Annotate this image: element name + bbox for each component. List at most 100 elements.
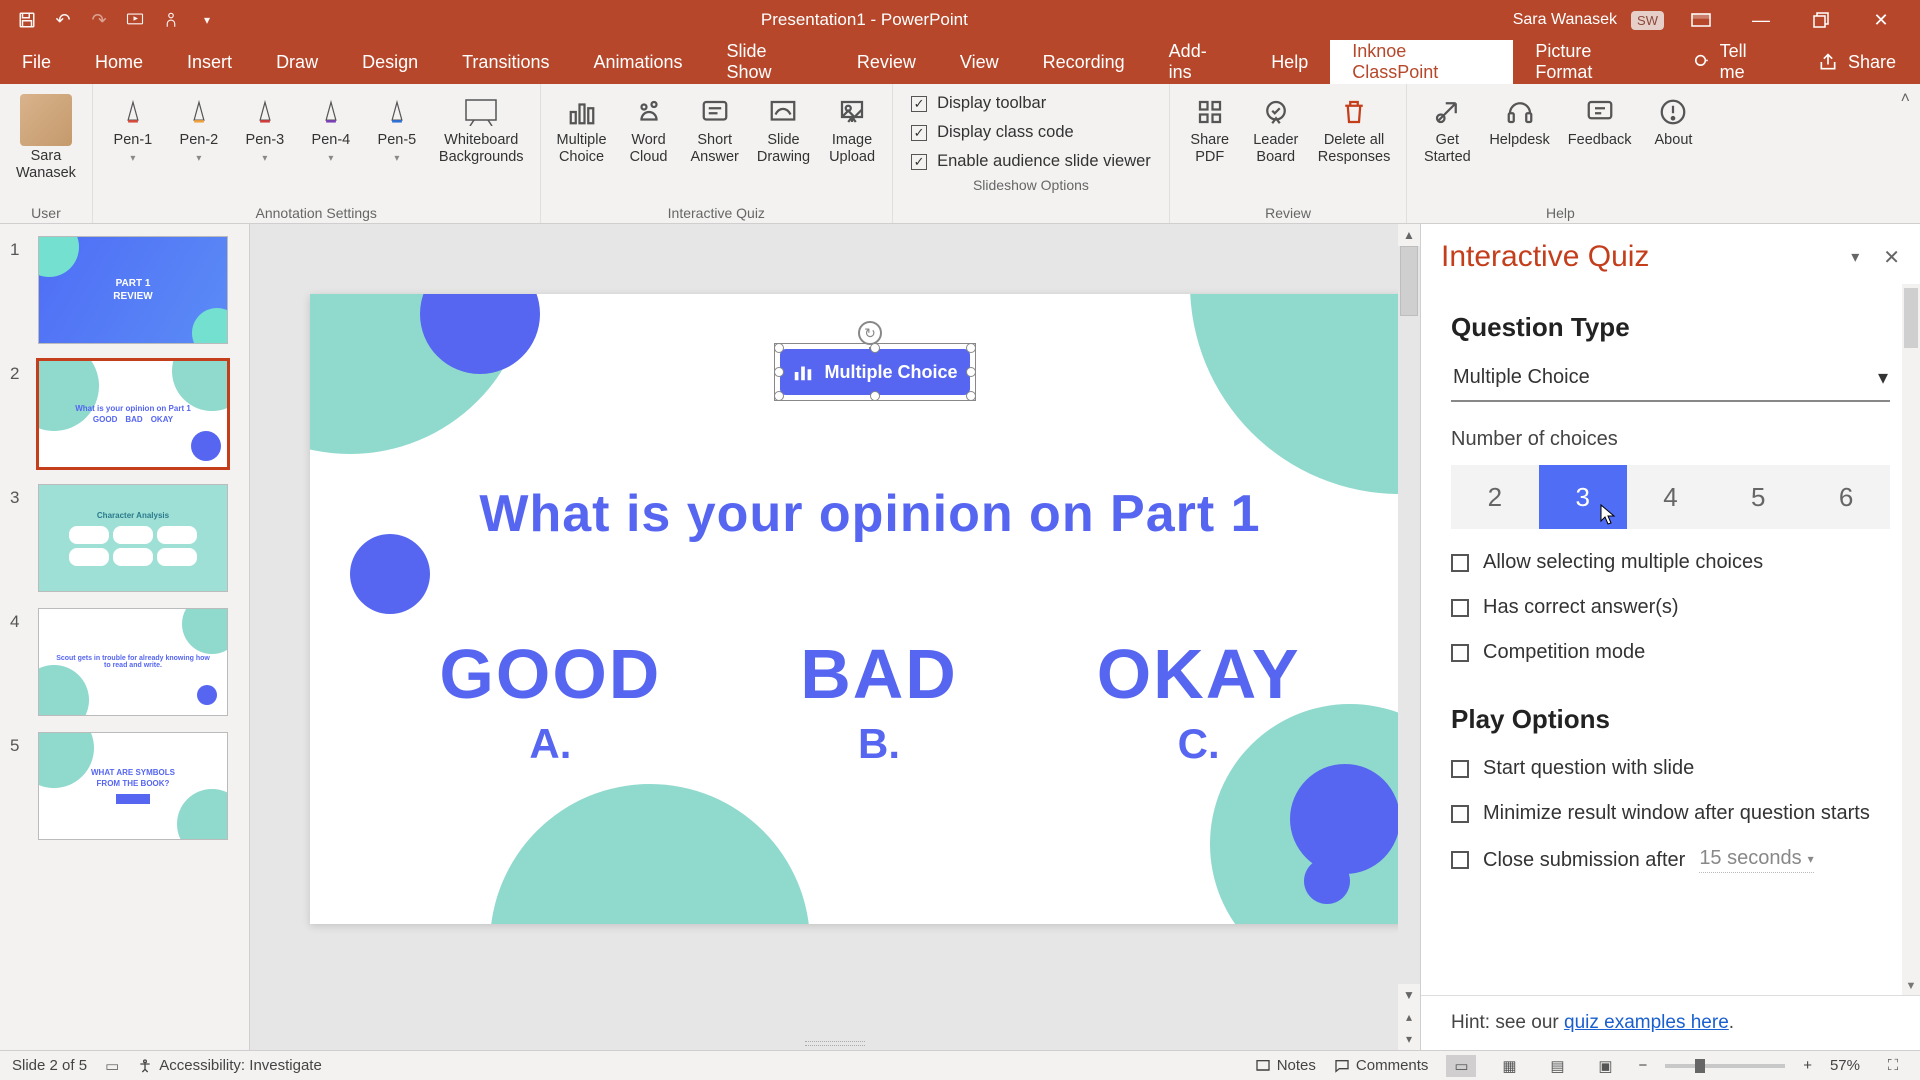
pane-scrollbar[interactable]: ▲ ▼: [1902, 284, 1920, 995]
resize-handle[interactable]: [774, 391, 784, 401]
competition-mode-checkbox[interactable]: Competition mode: [1451, 641, 1890, 664]
helpdesk-button[interactable]: Helpdesk: [1483, 90, 1555, 153]
notes-splitter[interactable]: [805, 1041, 865, 1046]
slide-option-b[interactable]: BADB.: [800, 634, 958, 768]
about-button[interactable]: About: [1643, 90, 1703, 153]
slide-thumbnail-4[interactable]: Scout gets in trouble for already knowin…: [38, 608, 228, 716]
whiteboard-backgrounds-button[interactable]: WhiteboardBackgrounds: [433, 90, 530, 169]
maximize-icon[interactable]: [1798, 0, 1844, 40]
slide-canvas[interactable]: ↻ Multiple Choice What is your opinion o…: [310, 294, 1430, 924]
feedback-button[interactable]: Feedback: [1562, 90, 1638, 153]
next-slide-icon[interactable]: ▾: [1398, 1028, 1420, 1050]
tab-review[interactable]: Review: [835, 40, 938, 84]
slide-drawing-button[interactable]: SlideDrawing: [751, 90, 816, 169]
ribbon-display-options-icon[interactable]: [1678, 0, 1724, 40]
enable-audience-slide-viewer-checkbox[interactable]: ✓Enable audience slide viewer: [911, 152, 1151, 171]
zoom-level[interactable]: 57%: [1830, 1057, 1860, 1074]
get-started-button[interactable]: GetStarted: [1417, 90, 1477, 169]
slide-option-a[interactable]: GOODA.: [439, 634, 661, 768]
pen-1-button[interactable]: Pen-1▾: [103, 90, 163, 169]
pane-close-icon[interactable]: ✕: [1883, 245, 1900, 270]
tab-view[interactable]: View: [938, 40, 1021, 84]
num-choices-2[interactable]: 2: [1451, 465, 1539, 529]
slide-thumbnail-5[interactable]: WHAT ARE SYMBOLSFROM THE BOOK?: [38, 732, 228, 840]
collapse-ribbon-icon[interactable]: ˄: [1901, 90, 1910, 108]
user-initials-badge[interactable]: SW: [1631, 11, 1664, 30]
close-submission-checkbox[interactable]: Close submission after 15 seconds ▾: [1451, 847, 1890, 873]
user-profile-button[interactable]: SaraWanasek: [10, 90, 82, 185]
tab-design[interactable]: Design: [340, 40, 440, 84]
status-icon[interactable]: ▭: [105, 1057, 119, 1075]
scrollbar-thumb[interactable]: [1904, 288, 1918, 348]
leader-board-button[interactable]: LeaderBoard: [1246, 90, 1306, 169]
slide-sorter-view-icon[interactable]: ▦: [1494, 1055, 1524, 1077]
resize-handle[interactable]: [774, 367, 784, 377]
multiple-choice-widget[interactable]: ↻ Multiple Choice: [780, 349, 970, 395]
scroll-up-icon[interactable]: ▲: [1398, 224, 1420, 246]
qat-customize-icon[interactable]: ▾: [198, 11, 216, 29]
tab-animations[interactable]: Animations: [571, 40, 704, 84]
multiple-choice-button[interactable]: MultipleChoice: [551, 90, 613, 169]
zoom-slider[interactable]: [1665, 1064, 1785, 1068]
slideshow-view-icon[interactable]: ▣: [1590, 1055, 1620, 1077]
scroll-down-icon[interactable]: ▼: [1398, 984, 1420, 1006]
tell-me-search[interactable]: Tell me: [1671, 40, 1794, 84]
zoom-out-icon[interactable]: −: [1638, 1057, 1647, 1074]
fit-to-window-icon[interactable]: ⛶: [1878, 1055, 1908, 1077]
pen-4-button[interactable]: Pen-4▾: [301, 90, 361, 169]
share-pdf-button[interactable]: SharePDF: [1180, 90, 1240, 169]
resize-handle[interactable]: [774, 343, 784, 353]
pen-5-button[interactable]: Pen-5▾: [367, 90, 427, 169]
slide-thumbnail-3[interactable]: Character Analysis: [38, 484, 228, 592]
tab-help[interactable]: Help: [1249, 40, 1330, 84]
close-submission-time-dropdown[interactable]: 15 seconds ▾: [1699, 847, 1813, 873]
minimize-result-checkbox[interactable]: Minimize result window after question st…: [1451, 802, 1890, 825]
scroll-down-icon[interactable]: ▼: [1902, 977, 1920, 995]
slide-thumbnail-1[interactable]: PART 1REVIEW: [38, 236, 228, 344]
tab-draw[interactable]: Draw: [254, 40, 340, 84]
allow-multiple-checkbox[interactable]: Allow selecting multiple choices: [1451, 551, 1890, 574]
zoom-in-icon[interactable]: +: [1803, 1057, 1812, 1074]
tab-file[interactable]: File: [0, 40, 73, 84]
slide-question-text[interactable]: What is your opinion on Part 1: [310, 484, 1430, 544]
tab-add-ins[interactable]: Add-ins: [1147, 40, 1250, 84]
reading-view-icon[interactable]: ▤: [1542, 1055, 1572, 1077]
question-type-dropdown[interactable]: Multiple Choice ▾: [1451, 359, 1890, 402]
quiz-examples-link[interactable]: quiz examples here: [1564, 1012, 1729, 1033]
pen-2-button[interactable]: Pen-2▾: [169, 90, 229, 169]
tab-transitions[interactable]: Transitions: [440, 40, 571, 84]
normal-view-icon[interactable]: ▭: [1446, 1055, 1476, 1077]
delete-all-responses-button[interactable]: Delete allResponses: [1312, 90, 1397, 169]
pen-3-button[interactable]: Pen-3▾: [235, 90, 295, 169]
num-choices-5[interactable]: 5: [1714, 465, 1802, 529]
display-class-code-checkbox[interactable]: ✓Display class code: [911, 123, 1151, 142]
resize-handle[interactable]: [870, 343, 880, 353]
slide-thumbnail-2[interactable]: What is your opinion on Part 1 GOODBADOK…: [38, 360, 228, 468]
scrollbar-thumb[interactable]: [1400, 246, 1418, 316]
close-icon[interactable]: ✕: [1858, 0, 1904, 40]
num-choices-4[interactable]: 4: [1627, 465, 1715, 529]
signed-in-user[interactable]: Sara Wanasek: [1513, 11, 1617, 29]
rotate-handle-icon[interactable]: ↻: [858, 321, 882, 345]
resize-handle[interactable]: [966, 367, 976, 377]
vertical-scrollbar[interactable]: ▲ ▼ ▴ ▾: [1398, 224, 1420, 1050]
slide-option-c[interactable]: OKAYC.: [1097, 634, 1301, 768]
tab-home[interactable]: Home: [73, 40, 165, 84]
notes-button[interactable]: Notes: [1255, 1057, 1316, 1074]
share-button[interactable]: Share: [1794, 40, 1920, 84]
undo-icon[interactable]: ↶: [54, 11, 72, 29]
minimize-icon[interactable]: —: [1738, 0, 1784, 40]
redo-icon[interactable]: ↷: [90, 11, 108, 29]
slideshow-from-start-icon[interactable]: [126, 11, 144, 29]
tab-slide-show[interactable]: Slide Show: [705, 40, 835, 84]
start-with-slide-checkbox[interactable]: Start question with slide: [1451, 757, 1890, 780]
save-icon[interactable]: [18, 11, 36, 29]
image-upload-button[interactable]: ImageUpload: [822, 90, 882, 169]
slide-thumbnail-panel[interactable]: 1 PART 1REVIEW 2 What is your opinion on…: [0, 224, 250, 1050]
tab-inknoe-classpoint[interactable]: Inknoe ClassPoint: [1330, 40, 1513, 84]
has-correct-answer-checkbox[interactable]: Has correct answer(s): [1451, 596, 1890, 619]
resize-handle[interactable]: [870, 391, 880, 401]
prev-slide-icon[interactable]: ▴: [1398, 1006, 1420, 1028]
short-answer-button[interactable]: ShortAnswer: [685, 90, 745, 169]
display-toolbar-checkbox[interactable]: ✓Display toolbar: [911, 94, 1151, 113]
